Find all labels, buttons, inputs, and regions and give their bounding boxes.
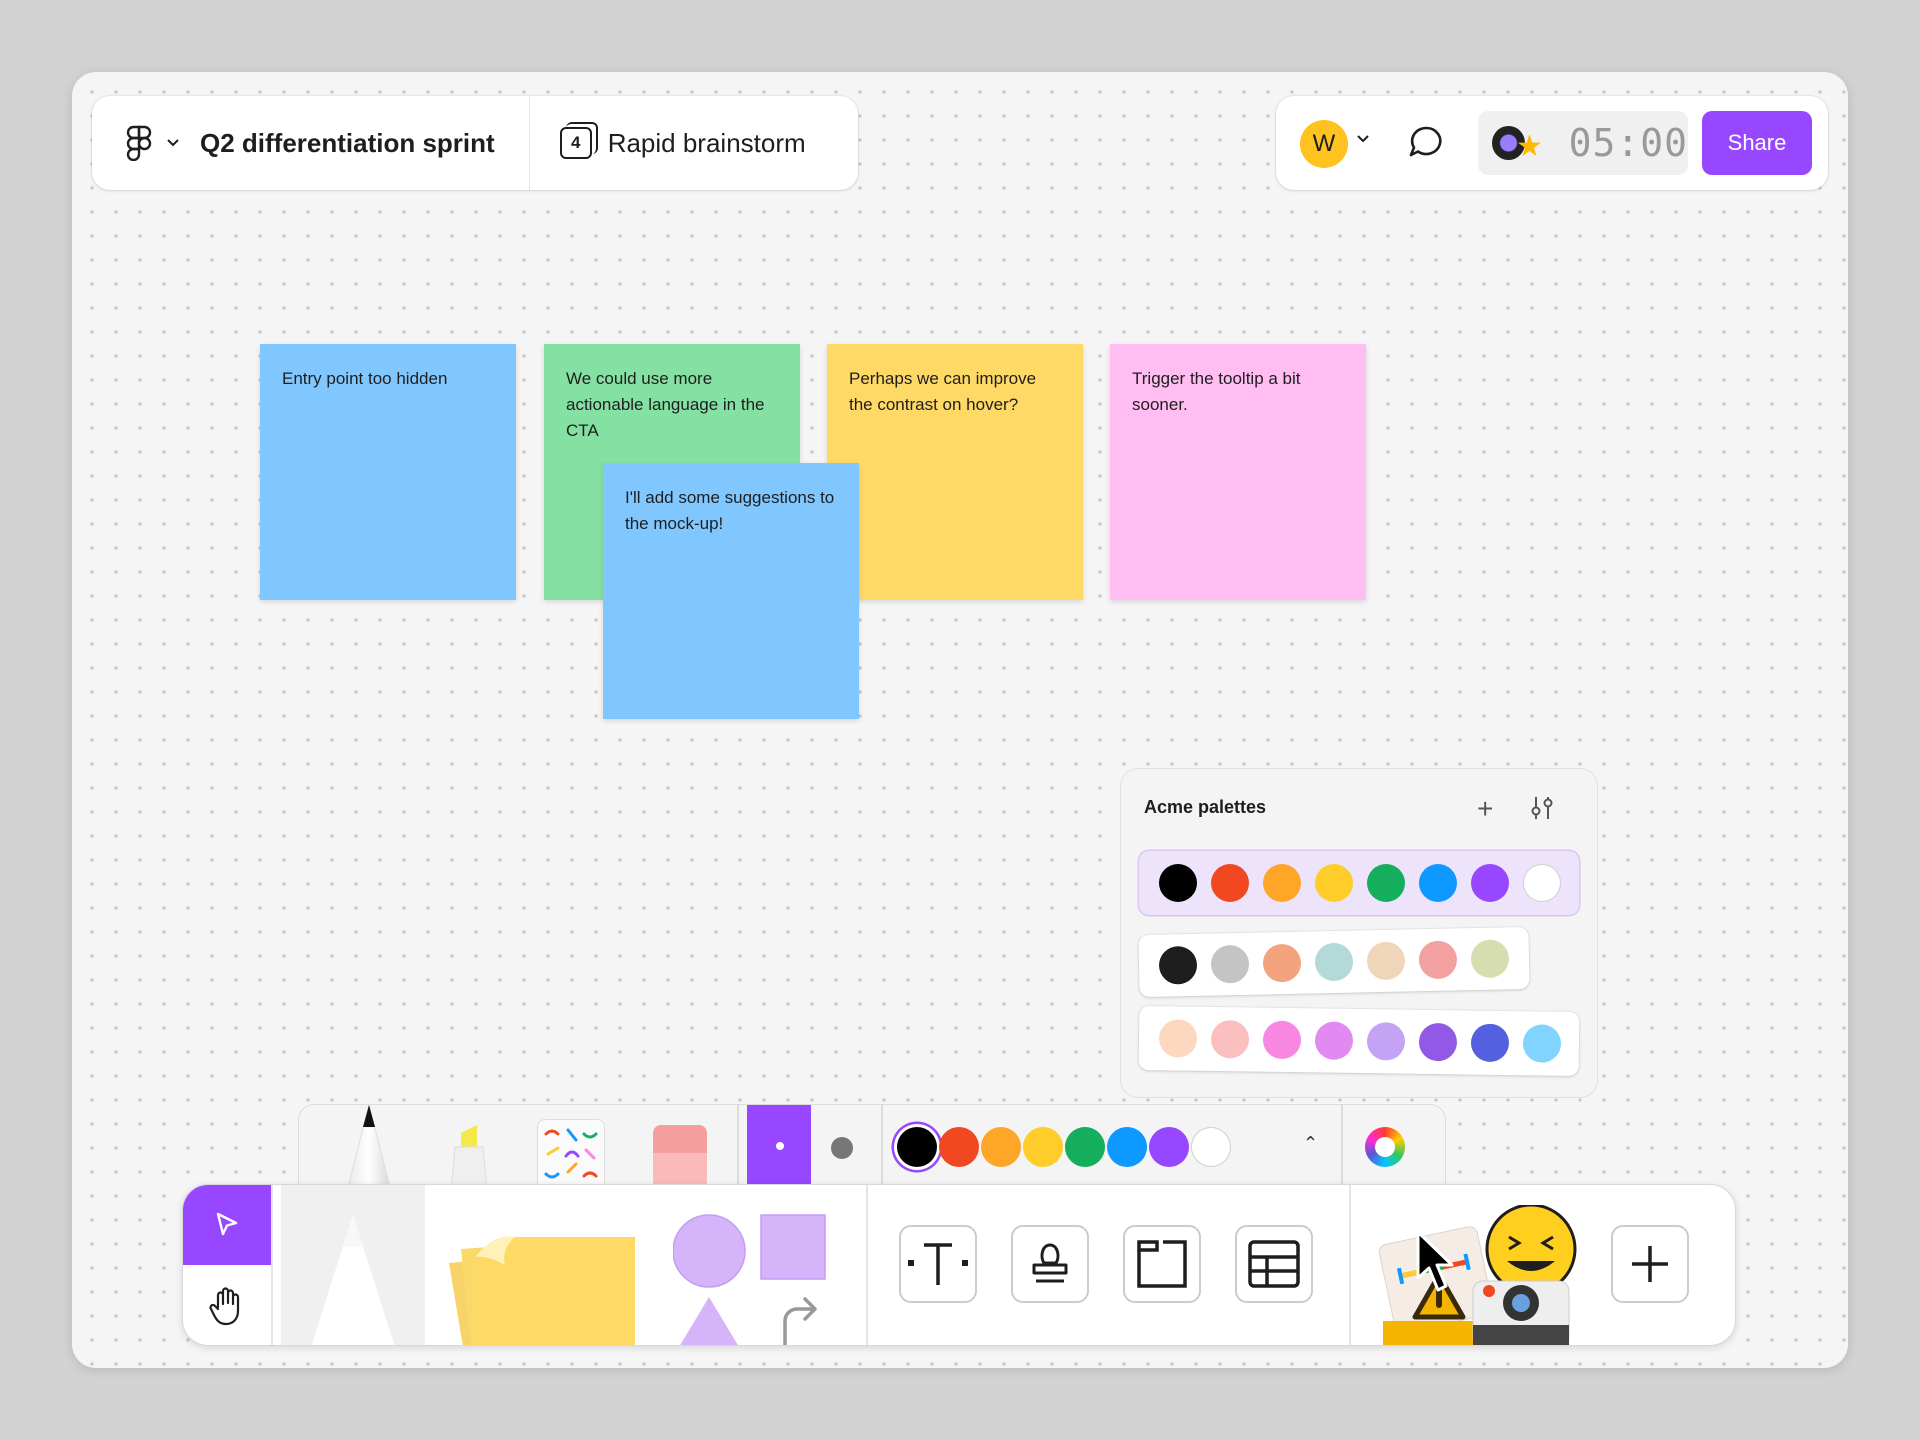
palettes-title: Acme palettes: [1144, 797, 1267, 817]
divider: [737, 1105, 739, 1188]
page-count-icon: 4: [559, 122, 598, 159]
shapes-icon: [672, 1214, 826, 1345]
divider: [271, 1185, 273, 1345]
color-swatch[interactable]: [1065, 1127, 1105, 1167]
share-button[interactable]: Share: [1702, 111, 1812, 175]
sticky-note-icon: [449, 1236, 645, 1345]
color-swatch[interactable]: [1023, 1127, 1063, 1167]
washi-tape-icon[interactable]: [537, 1119, 605, 1188]
pen-icon[interactable]: [339, 1104, 399, 1188]
pen-icon: [311, 1215, 395, 1345]
color-swatch[interactable]: [1471, 864, 1509, 902]
color-swatch[interactable]: [1523, 864, 1561, 902]
settings-sliders-icon[interactable]: [1529, 793, 1555, 823]
color-swatch[interactable]: [1263, 864, 1301, 902]
divider: [866, 1185, 868, 1345]
color-swatch[interactable]: [1419, 864, 1457, 902]
sticky-note-tool[interactable]: [435, 1213, 645, 1345]
highlighter-icon[interactable]: [447, 1117, 491, 1188]
figma-logo-icon: [126, 125, 152, 161]
drawing-options-tray: ⌃: [298, 1104, 1446, 1188]
color-swatch[interactable]: [1210, 944, 1250, 984]
color-swatch[interactable]: [1418, 1022, 1458, 1062]
color-swatch[interactable]: [1470, 1023, 1510, 1063]
divider: [1349, 1185, 1351, 1345]
sticky-note[interactable]: Perhaps we can improve the contrast on h…: [827, 344, 1083, 600]
palette-row[interactable]: [1139, 851, 1579, 915]
color-swatch[interactable]: [1315, 864, 1353, 902]
color-swatch[interactable]: [1107, 1127, 1147, 1167]
color-swatch[interactable]: [1366, 1022, 1406, 1061]
hand-icon: [209, 1287, 240, 1326]
file-header: Q2 differentiation sprint 4 Rapid brains…: [92, 96, 858, 190]
color-swatch[interactable]: [1367, 864, 1405, 902]
add-more-button[interactable]: [1611, 1225, 1689, 1303]
file-title[interactable]: Q2 differentiation sprint: [200, 128, 495, 159]
palette-row[interactable]: [1138, 1005, 1580, 1077]
draw-tool[interactable]: [281, 1185, 425, 1345]
color-swatch[interactable]: [1191, 1127, 1231, 1167]
section-tool[interactable]: [1123, 1225, 1201, 1303]
collaboration-bar: W ★ 05:00 Share: [1276, 96, 1828, 190]
color-swatch[interactable]: [1149, 1127, 1189, 1167]
page-selector[interactable]: 4 Rapid brainstorm: [530, 122, 806, 159]
color-swatch[interactable]: [1159, 864, 1197, 902]
color-swatch[interactable]: [981, 1127, 1021, 1167]
canvas[interactable]: Q2 differentiation sprint 4 Rapid brains…: [72, 72, 1848, 1368]
sticky-note[interactable]: I'll add some suggestions to the mock-up…: [603, 463, 859, 719]
shape-tool[interactable]: [672, 1211, 833, 1345]
color-swatch[interactable]: [1522, 1024, 1562, 1063]
page-title: Rapid brainstorm: [607, 127, 806, 158]
widgets-icon: [1378, 1203, 1577, 1345]
divider: [1341, 1105, 1343, 1188]
chevron-up-icon[interactable]: ⌃: [1303, 1133, 1318, 1154]
star-icon: ★: [1516, 130, 1543, 163]
color-swatch[interactable]: [1366, 941, 1406, 981]
table-icon: [1248, 1240, 1300, 1288]
color-swatch[interactable]: [1262, 943, 1302, 983]
eraser-icon[interactable]: [653, 1125, 707, 1188]
mouse-cursor-icon: [1416, 1230, 1454, 1292]
section-icon: [1137, 1240, 1187, 1288]
color-picker-icon[interactable]: [1365, 1127, 1405, 1167]
plus-icon: [1632, 1246, 1668, 1282]
color-swatch[interactable]: [1314, 942, 1354, 982]
chevron-down-icon[interactable]: [1356, 134, 1370, 144]
color-swatch[interactable]: [1210, 1019, 1250, 1059]
comment-icon[interactable]: [1406, 122, 1446, 162]
sticky-note[interactable]: Entry point too hidden: [260, 344, 516, 600]
select-tool[interactable]: [183, 1185, 271, 1265]
color-swatch[interactable]: [939, 1127, 979, 1167]
color-swatch[interactable]: [1158, 1019, 1198, 1058]
stroke-thin-button[interactable]: [747, 1105, 811, 1188]
sticky-note[interactable]: Trigger the tooltip a bit sooner.: [1110, 344, 1366, 600]
widgets-assets[interactable]: [1363, 1203, 1583, 1345]
divider: [881, 1105, 883, 1188]
palette-row[interactable]: [1138, 926, 1530, 998]
color-swatch[interactable]: [1211, 864, 1249, 902]
color-swatch[interactable]: [1158, 945, 1198, 985]
stroke-thick-button[interactable]: [831, 1137, 853, 1159]
chevron-down-icon: [167, 139, 179, 147]
palettes-panel: Acme palettes +: [1120, 768, 1598, 1098]
add-icon[interactable]: +: [1477, 793, 1493, 825]
cursor-arrow-icon: [216, 1212, 238, 1236]
table-tool[interactable]: [1235, 1225, 1313, 1303]
color-swatch[interactable]: [1262, 1020, 1302, 1060]
hand-tool[interactable]: [183, 1265, 271, 1345]
stamp-icon: [1032, 1243, 1068, 1283]
avatar[interactable]: W: [1300, 120, 1348, 168]
timer[interactable]: ★ 05:00: [1478, 111, 1688, 175]
color-swatch[interactable]: [897, 1127, 937, 1167]
text-icon: [908, 1243, 968, 1285]
text-tool[interactable]: [899, 1225, 977, 1303]
main-toolbar: [182, 1184, 1736, 1346]
main-menu-button[interactable]: [92, 96, 180, 190]
timer-value: 05:00: [1568, 121, 1688, 165]
stamp-tool[interactable]: [1011, 1225, 1089, 1303]
color-swatch[interactable]: [1314, 1021, 1354, 1060]
color-swatch[interactable]: [1470, 939, 1510, 979]
color-swatch[interactable]: [1418, 940, 1458, 980]
